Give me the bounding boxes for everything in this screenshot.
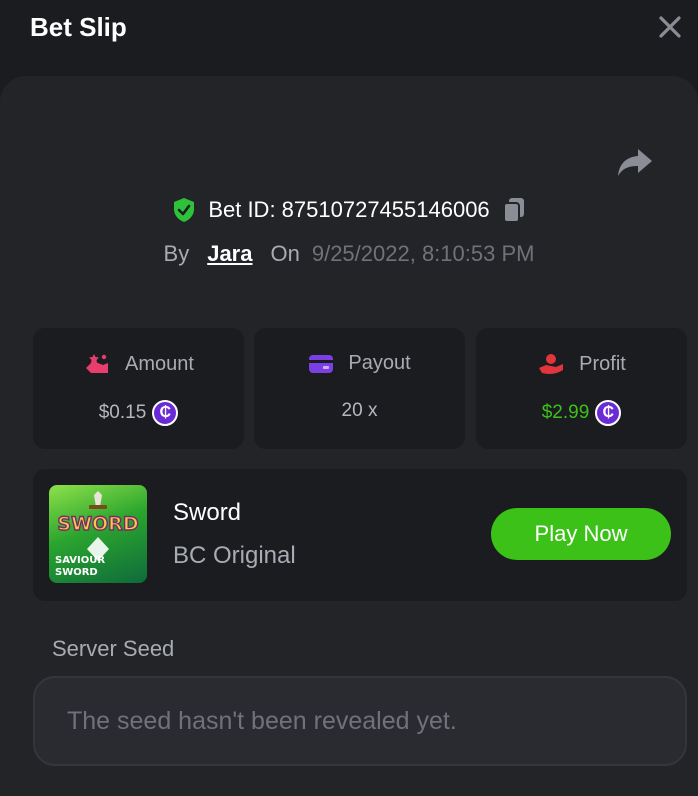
amount-value: $0.15 <box>98 402 147 423</box>
card-icon <box>309 354 334 373</box>
amount-label: Amount <box>125 352 194 375</box>
money-hand-icon <box>86 354 109 373</box>
amount-card: Amount $0.15 ₵ <box>33 328 244 449</box>
profit-card: Profit $2.99 ₵ <box>476 328 687 449</box>
profit-label: Profit <box>579 352 626 375</box>
coin-icon: ₵ <box>595 400 622 426</box>
server-seed-field[interactable]: The seed hasn't been revealed yet. <box>33 676 687 766</box>
on-label: On <box>270 241 300 266</box>
play-now-button[interactable]: Play Now <box>491 508 671 560</box>
header: Bet Slip <box>0 0 698 60</box>
thumb-title: SWORD <box>57 513 138 535</box>
bet-id: Bet ID: 87510727455146006 <box>208 197 490 222</box>
bet-author-row: By Jara On 9/25/2022, 8:10:53 PM <box>0 238 698 270</box>
user-link[interactable]: Jara <box>207 241 252 267</box>
payout-card: Payout 20 x <box>254 328 465 449</box>
game-card: SWORD SAVIOUR SWORD Sword BC Original Pl… <box>33 469 687 601</box>
hand-coin-icon <box>539 354 564 374</box>
shield-check-icon <box>174 198 195 222</box>
server-seed-value: The seed hasn't been revealed yet. <box>67 706 457 735</box>
thumb-caption-1: SAVIOUR <box>55 555 105 566</box>
bet-id-row: Bet ID: 87510727455146006 <box>0 193 698 227</box>
by-label: By <box>163 241 190 266</box>
payout-value: 20 x <box>341 400 378 421</box>
page-title: Bet Slip <box>30 12 127 42</box>
payout-label: Payout <box>348 352 411 374</box>
copy-icon[interactable] <box>502 197 526 223</box>
thumb-caption-2: SWORD <box>55 567 98 578</box>
game-provider: BC Original <box>173 542 296 569</box>
share-icon[interactable] <box>616 146 654 178</box>
sword-game-art: SWORD SAVIOUR SWORD <box>55 491 139 578</box>
bet-date: 9/25/2022, 8:10:53 PM <box>311 241 535 266</box>
profit-value: $2.99 <box>541 402 590 423</box>
close-icon[interactable] <box>657 14 683 40</box>
coin-icon: ₵ <box>152 400 179 426</box>
game-name[interactable]: Sword <box>173 499 241 527</box>
server-seed-label: Server Seed <box>52 636 175 661</box>
game-thumbnail[interactable]: SWORD SAVIOUR SWORD <box>49 485 147 583</box>
